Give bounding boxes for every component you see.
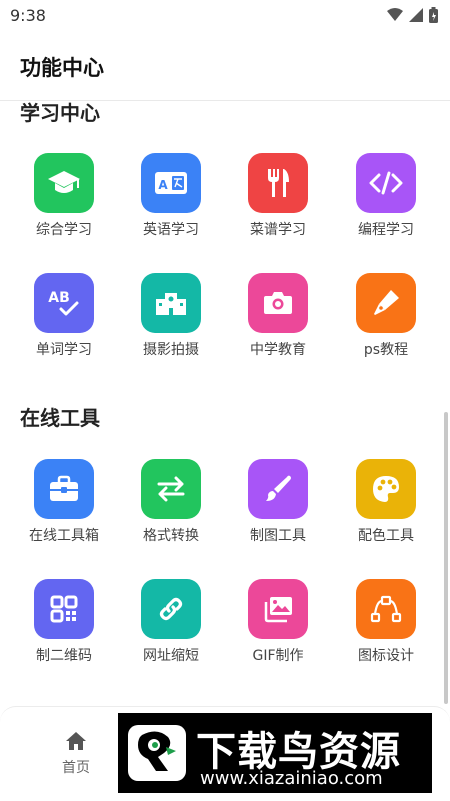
tile-label: 中学教育 xyxy=(250,342,306,358)
tile-qr-code[interactable]: 制二维码 xyxy=(14,579,114,679)
nav-home[interactable]: 首页 xyxy=(46,731,106,777)
signal-icon xyxy=(409,8,423,22)
svg-text:A: A xyxy=(158,178,168,192)
tile-general-study[interactable]: 综合学习 xyxy=(14,153,114,253)
tile-label: 摄影拍摄 xyxy=(143,342,199,358)
tile-ps-tutorial[interactable]: ps教程 xyxy=(336,273,436,373)
tile-english-study[interactable]: A 英语学习 xyxy=(121,153,221,253)
tile-recipe-study[interactable]: 菜谱学习 xyxy=(228,153,328,253)
spellcheck-icon: AB xyxy=(34,273,94,333)
watermark-banner: 下载鸟资源 www.xiazainiao.com xyxy=(118,713,432,793)
watermark-logo xyxy=(128,725,186,781)
status-time: 9:38 xyxy=(10,6,46,25)
camera-icon xyxy=(248,273,308,333)
tile-gif-maker[interactable]: GIF制作 xyxy=(228,579,328,679)
tile-label: 菜谱学习 xyxy=(250,222,306,238)
tile-icon-design[interactable]: 图标设计 xyxy=(336,579,436,679)
tile-label: 英语学习 xyxy=(143,222,199,238)
page-title: 功能中心 xyxy=(20,56,104,80)
utensils-icon xyxy=(248,153,308,213)
tile-label: 格式转换 xyxy=(143,528,199,544)
tile-coding-study[interactable]: 编程学习 xyxy=(336,153,436,253)
battery-icon xyxy=(429,7,438,23)
tile-label: 制图工具 xyxy=(250,528,306,544)
images-icon xyxy=(248,579,308,639)
school-icon xyxy=(141,273,201,333)
swap-arrows-icon xyxy=(141,459,201,519)
section-title-learning: 学习中心 xyxy=(20,101,100,125)
svg-text:AB: AB xyxy=(48,290,70,306)
tile-label: GIF制作 xyxy=(252,648,304,664)
tile-label: ps教程 xyxy=(363,342,409,358)
home-icon xyxy=(66,732,86,750)
tile-label: 编程学习 xyxy=(358,222,414,238)
tile-label: 网址缩短 xyxy=(143,648,199,664)
tile-label: 配色工具 xyxy=(358,528,414,544)
bezier-curve-icon xyxy=(356,579,416,639)
wifi-icon xyxy=(387,8,403,21)
pen-nib-icon xyxy=(356,273,416,333)
qr-code-icon xyxy=(34,579,94,639)
palette-icon xyxy=(356,459,416,519)
tile-drawing-tool[interactable]: 制图工具 xyxy=(228,459,328,559)
toolbox-icon xyxy=(34,459,94,519)
tile-color-tool[interactable]: 配色工具 xyxy=(336,459,436,559)
code-icon xyxy=(356,153,416,213)
tile-middle-school[interactable]: 中学教育 xyxy=(228,273,328,373)
graduation-cap-icon xyxy=(34,153,94,213)
tile-photography[interactable]: 摄影拍摄 xyxy=(121,273,221,373)
brush-icon xyxy=(248,459,308,519)
status-bar: 9:38 xyxy=(0,0,450,32)
tile-label: 制二维码 xyxy=(36,648,92,664)
app-bar: 功能中心 xyxy=(0,32,450,101)
tile-url-shortener[interactable]: 网址缩短 xyxy=(121,579,221,679)
tile-format-convert[interactable]: 格式转换 xyxy=(121,459,221,559)
tile-label: 单词学习 xyxy=(36,342,92,358)
tile-label: 在线工具箱 xyxy=(29,528,99,544)
scrollbar[interactable] xyxy=(444,412,448,704)
tile-online-toolbox[interactable]: 在线工具箱 xyxy=(14,459,114,559)
watermark-url: www.xiazainiao.com xyxy=(200,768,383,789)
tile-label: 综合学习 xyxy=(36,222,92,238)
status-icons xyxy=(387,7,438,23)
translate-icon: A xyxy=(141,153,201,213)
scroll-content[interactable]: 学习中心 综合学习 A 英语学习 菜谱学习 编程学习 AB 单词学习 摄影拍摄 … xyxy=(0,101,450,705)
section-title-tools: 在线工具 xyxy=(20,406,100,430)
tile-label: 图标设计 xyxy=(358,648,414,664)
link-icon xyxy=(141,579,201,639)
tile-word-study[interactable]: AB 单词学习 xyxy=(14,273,114,373)
nav-home-label: 首页 xyxy=(62,760,90,776)
